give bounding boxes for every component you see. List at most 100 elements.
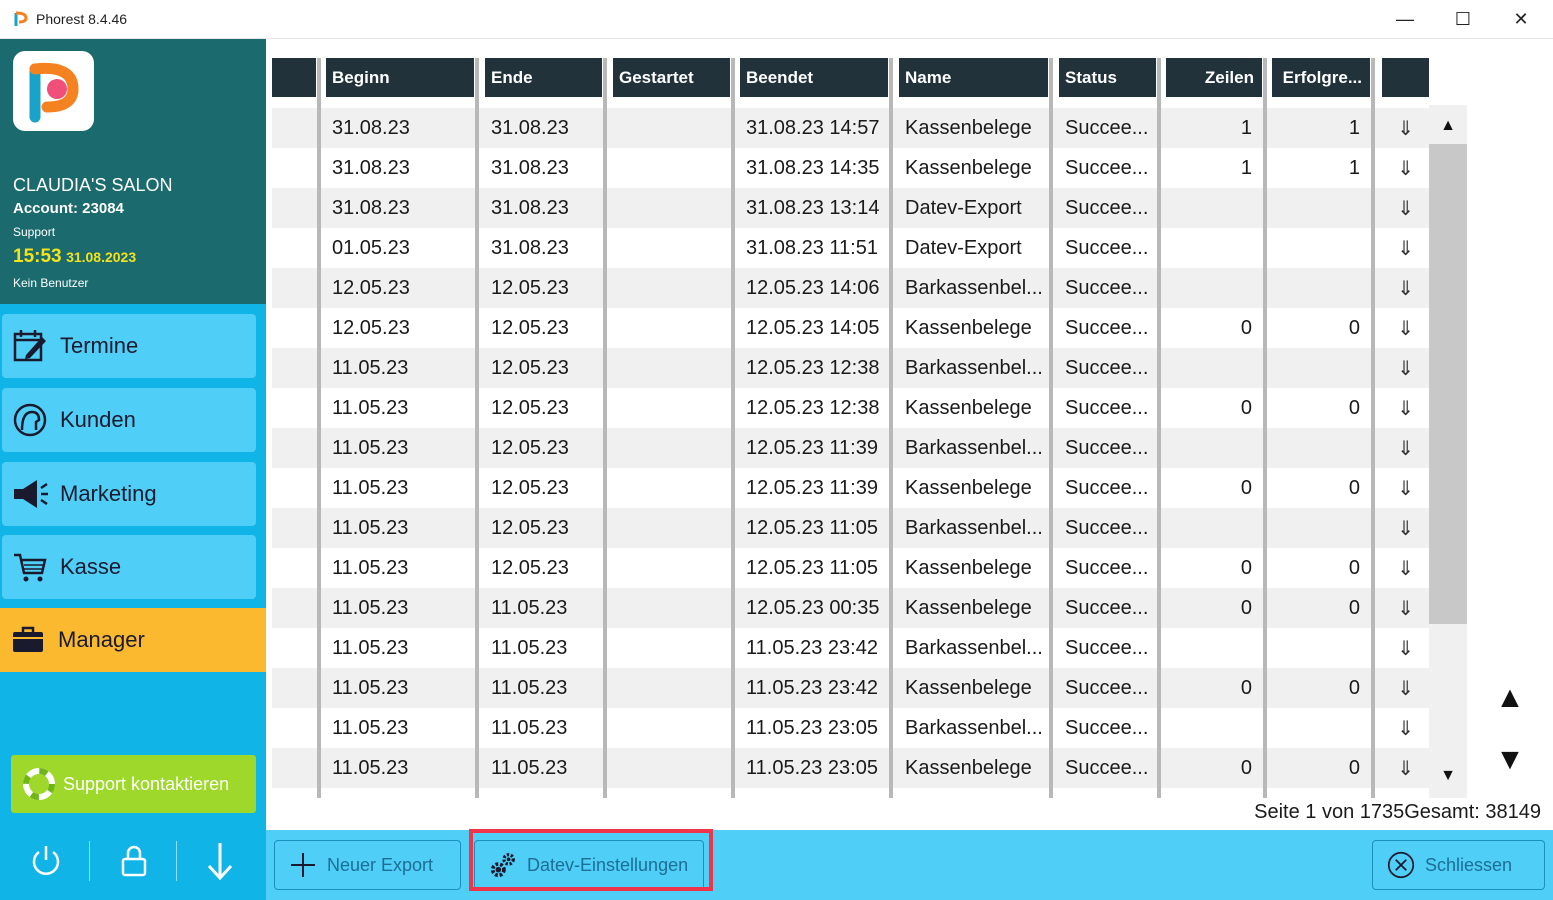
- nav-manager[interactable]: Manager: [0, 608, 266, 672]
- column-header-name[interactable]: Name: [899, 58, 1048, 97]
- download-row-icon[interactable]: ⇓: [1382, 108, 1429, 148]
- cell-gestartet: [613, 628, 730, 668]
- table-row[interactable]: 11.05.23 12.05.23 12.05.23 11:05 Barkassenb…: [272, 508, 1429, 548]
- cell-status: Succee...: [1065, 756, 1149, 779]
- column-separator[interactable]: [1371, 58, 1375, 798]
- table-row[interactable]: 12.05.23 12.05.23 12.05.23 14:05 Kassenbele…: [272, 308, 1429, 348]
- column-separator[interactable]: [603, 58, 607, 798]
- download-row-icon[interactable]: ⇓: [1382, 748, 1429, 788]
- download-row-icon[interactable]: ⇓: [1382, 308, 1429, 348]
- column-header-status[interactable]: Status: [1059, 58, 1156, 97]
- cell-name: Kassenbelege: [905, 556, 1032, 579]
- scrollbar-thumb[interactable]: [1429, 144, 1467, 624]
- column-header-erfolgreich[interactable]: Erfolgre...: [1272, 58, 1370, 97]
- cell-name: Barkassenbel...: [905, 436, 1043, 459]
- cell-gestartet: [613, 188, 730, 228]
- nav-kasse[interactable]: Kasse: [2, 535, 256, 599]
- cell-gestartet: [613, 428, 730, 468]
- scroll-up-arrow[interactable]: ▲: [1438, 117, 1458, 137]
- column-header-beendet[interactable]: Beendet: [740, 58, 888, 97]
- cell-name: Kassenbelege: [905, 676, 1032, 699]
- cell-erfolgreich: 0: [1348, 476, 1360, 499]
- maximize-button[interactable]: ☐: [1434, 0, 1492, 39]
- page-down-button[interactable]: ▼: [1492, 743, 1528, 779]
- download-row-icon[interactable]: ⇓: [1382, 468, 1429, 508]
- title-bar: Phorest 8.4.46 — ☐ ✕: [0, 0, 1553, 39]
- salon-name: CLAUDIA'S SALON: [13, 175, 173, 195]
- download-row-icon[interactable]: ⇓: [1382, 508, 1429, 548]
- download-row-icon[interactable]: ⇓: [1382, 668, 1429, 708]
- table-row[interactable]: 01.05.23 31.08.23 31.08.23 11:51 Datev-Expo…: [272, 228, 1429, 268]
- arrow-down-icon[interactable]: [200, 841, 240, 881]
- download-row-icon[interactable]: ⇓: [1382, 588, 1429, 628]
- column-separator[interactable]: [1049, 58, 1053, 798]
- column-header-beginn[interactable]: Beginn: [326, 58, 474, 97]
- table-row[interactable]: 11.05.23 12.05.23 12.05.23 11:39 Kassenbele…: [272, 468, 1429, 508]
- download-row-icon[interactable]: ⇓: [1382, 708, 1429, 748]
- cell-beendet: 12.05.23 14:06: [746, 276, 880, 299]
- nav-marketing[interactable]: Marketing: [2, 462, 256, 526]
- new-export-button[interactable]: Neuer Export: [274, 840, 461, 890]
- page-up-button[interactable]: ▲: [1492, 681, 1528, 717]
- table-row[interactable]: 11.05.23 12.05.23 12.05.23 12:38 Barkassenb…: [272, 348, 1429, 388]
- account-number: Account: 23084: [13, 200, 124, 217]
- column-separator[interactable]: [1263, 58, 1267, 798]
- column-header-zeilen[interactable]: Zeilen: [1166, 58, 1262, 97]
- column-header-download[interactable]: [1382, 58, 1429, 97]
- table-row[interactable]: 31.08.23 31.08.23 31.08.23 14:35 Kassenbele…: [272, 148, 1429, 188]
- cell-gestartet: [613, 548, 730, 588]
- cell-gestartet: [613, 228, 730, 268]
- close-button[interactable]: Schliessen: [1372, 840, 1545, 890]
- table-row[interactable]: 11.05.23 11.05.23 11.05.23 23:42 Kassenbele…: [272, 668, 1429, 708]
- download-row-icon[interactable]: ⇓: [1382, 188, 1429, 228]
- column-separator[interactable]: [731, 58, 735, 798]
- download-row-icon[interactable]: ⇓: [1382, 388, 1429, 428]
- cell-beendet: 31.08.23 14:35: [746, 156, 880, 179]
- download-row-icon[interactable]: ⇓: [1382, 348, 1429, 388]
- column-separator[interactable]: [317, 58, 321, 798]
- download-row-icon[interactable]: ⇓: [1382, 628, 1429, 668]
- cell-beginn: 11.05.23: [332, 756, 409, 779]
- cell-zeilen: 1: [1240, 156, 1252, 179]
- column-header-ende[interactable]: Ende: [485, 58, 602, 97]
- download-row-icon[interactable]: ⇓: [1382, 228, 1429, 268]
- cell-erfolgreich: 0: [1348, 316, 1360, 339]
- download-row-icon[interactable]: ⇓: [1382, 428, 1429, 468]
- support-contact-button[interactable]: Support kontaktieren: [11, 755, 256, 813]
- table-row[interactable]: 31.08.23 31.08.23 31.08.23 13:14 Datev-Expo…: [272, 188, 1429, 228]
- table-row[interactable]: 11.05.23 11.05.23 12.05.23 00:35 Kassenbele…: [272, 588, 1429, 628]
- nav-termine[interactable]: Termine: [2, 314, 256, 378]
- column-header-gestartet[interactable]: Gestartet: [613, 58, 730, 97]
- minimize-button[interactable]: —: [1376, 0, 1434, 39]
- power-icon[interactable]: [26, 841, 66, 881]
- column-separator[interactable]: [475, 58, 479, 798]
- column-separator[interactable]: [889, 58, 893, 798]
- lock-icon[interactable]: [114, 841, 154, 881]
- close-window-button[interactable]: ✕: [1492, 0, 1550, 39]
- table-row[interactable]: 11.05.23 11.05.23 11.05.23 23:05 Kassenbele…: [272, 748, 1429, 788]
- scroll-down-arrow[interactable]: ▼: [1438, 767, 1458, 787]
- download-row-icon[interactable]: ⇓: [1382, 548, 1429, 588]
- table-row[interactable]: 11.05.23 12.05.23 12.05.23 12:38 Kassenbele…: [272, 388, 1429, 428]
- table-row[interactable]: 12.05.23 12.05.23 12.05.23 14:06 Barkassenb…: [272, 268, 1429, 308]
- table-row[interactable]: 11.05.23 12.05.23 12.05.23 11:05 Kassenbele…: [272, 548, 1429, 588]
- cell-name: Barkassenbel...: [905, 636, 1043, 659]
- cell-beendet: 12.05.23 11:05: [746, 516, 878, 539]
- nav-kunden[interactable]: Kunden: [2, 388, 256, 452]
- column-header-spacer[interactable]: [272, 58, 316, 97]
- cell-status: Succee...: [1065, 356, 1149, 379]
- cell-beendet: 12.05.23 11:39: [746, 436, 878, 459]
- table-row[interactable]: 11.05.23 11.05.23 11.05.23 23:05 Barkassenb…: [272, 708, 1429, 748]
- cell-status: Succee...: [1065, 156, 1149, 179]
- download-row-icon[interactable]: ⇓: [1382, 148, 1429, 188]
- cell-zeilen: [1166, 228, 1262, 268]
- table-row[interactable]: 31.08.23 31.08.23 31.08.23 14:57 Kassenbele…: [272, 108, 1429, 148]
- cell-beendet: 11.05.23 23:42: [746, 636, 878, 659]
- download-row-icon[interactable]: ⇓: [1382, 268, 1429, 308]
- table-row[interactable]: 11.05.23 11.05.23 11.05.23 23:42 Barkassenb…: [272, 628, 1429, 668]
- table-row[interactable]: 11.05.23 12.05.23 12.05.23 11:39 Barkassenb…: [272, 428, 1429, 468]
- cell-zeilen: [1166, 708, 1262, 748]
- cell-erfolgreich: 0: [1348, 756, 1360, 779]
- column-separator[interactable]: [1157, 58, 1161, 798]
- cell-ende: 11.05.23: [491, 716, 568, 739]
